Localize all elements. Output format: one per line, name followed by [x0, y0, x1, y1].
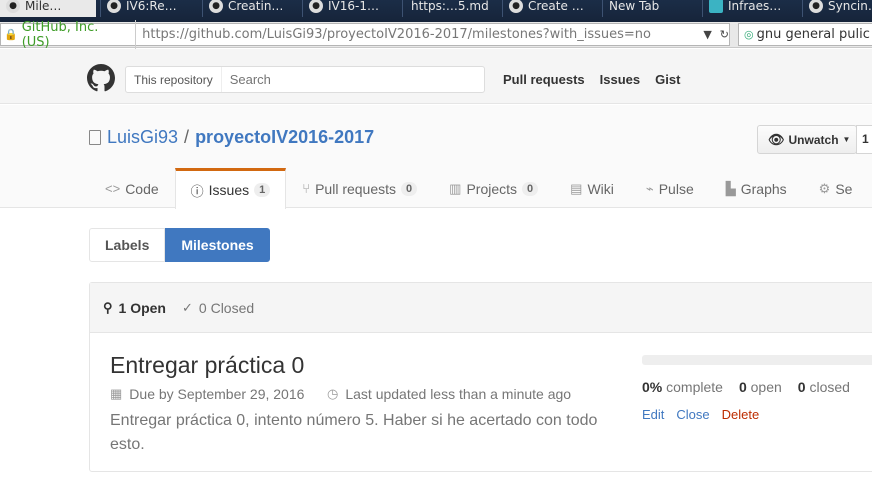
- tab-projects[interactable]: ▥ Projects 0: [433, 168, 554, 208]
- graph-icon: ▙: [725, 180, 736, 196]
- github-icon: ●: [6, 0, 20, 13]
- milestone-updated: ◷ Last updated less than a minute ago: [327, 386, 572, 402]
- unwatch-button[interactable]: 👁 Unwatch ▼: [757, 125, 857, 154]
- caret-down-icon: ▼: [842, 135, 851, 144]
- milestone-description: Entregar práctica 0, intento número 5. H…: [110, 412, 598, 453]
- github-icon: ●: [809, 0, 823, 13]
- path-separator: /: [184, 127, 190, 147]
- tab-pull-requests[interactable]: ⑂ Pull requests 0: [286, 168, 433, 208]
- pull-requests-count: 0: [401, 181, 418, 196]
- tab-wiki[interactable]: ▤ Wiki: [554, 168, 630, 208]
- calendar-icon: ▦: [110, 386, 123, 401]
- milestone-due-date: ▦ Due by September 29, 2016: [110, 386, 305, 402]
- browser-tab[interactable]: ● Mile…: [0, 0, 96, 17]
- repo-owner-link[interactable]: LuisGi93: [107, 127, 178, 148]
- browser-tab[interactable]: New Tab: [602, 0, 700, 17]
- issue-icon: ⓘ: [190, 183, 204, 199]
- dropdown-icon[interactable]: ▼: [703, 28, 711, 41]
- issues-subnav: Labels Milestones: [89, 228, 270, 262]
- browser-tab[interactable]: ● IV6:Re…: [100, 0, 200, 17]
- search-input[interactable]: [221, 72, 484, 87]
- github-icon: ●: [309, 0, 323, 13]
- github-icon: ●: [509, 0, 523, 13]
- projects-count: 0: [522, 181, 539, 196]
- lock-icon: 🔒: [4, 28, 18, 41]
- project-icon: ▥: [449, 180, 462, 196]
- open-milestones-filter[interactable]: ⚲ 1 Open: [103, 300, 166, 316]
- tab-graphs[interactable]: ▙ Graphs: [710, 168, 803, 208]
- tab-settings[interactable]: ⚙ Se: [803, 168, 869, 208]
- code-icon: <>: [105, 181, 121, 196]
- url-text[interactable]: https://github.com/LuisGi93/proyectoIV20…: [142, 27, 695, 42]
- tab-issues[interactable]: ⓘ Issues 1: [174, 168, 287, 209]
- browser-tab[interactable]: ● Creatin…: [202, 0, 300, 17]
- url-bar[interactable]: 🔒 GitHub, Inc. (US) https://github.com/L…: [0, 19, 730, 50]
- browser-nav-bar: 🔒 GitHub, Inc. (US) https://github.com/L…: [0, 19, 872, 50]
- closed-milestones-filter[interactable]: ✓ 0 Closed: [182, 300, 254, 316]
- milestones-table: ⚲ 1 Open ✓ 0 Closed Entregar práctica 0 …: [89, 282, 872, 472]
- milestone-progress-bar: [642, 355, 872, 365]
- browser-tab[interactable]: ● IV16-1…: [302, 0, 400, 17]
- browser-tab[interactable]: https:…5.md: [402, 0, 500, 17]
- nav-pull-requests[interactable]: Pull requests: [503, 72, 585, 87]
- delete-link[interactable]: Delete: [722, 407, 760, 422]
- search-engine-icon: ◎: [744, 28, 754, 41]
- nav-issues[interactable]: Issues: [600, 72, 640, 87]
- pulse-icon: ⌁: [645, 180, 654, 196]
- issues-count: 1: [254, 183, 271, 197]
- search-scope-label: This repository: [126, 67, 222, 92]
- milestone-icon: ⚲: [103, 299, 113, 315]
- gear-icon: ⚙: [818, 180, 831, 196]
- nav-gist[interactable]: Gist: [655, 72, 680, 87]
- repo-nav: <> Code ⓘ Issues 1 ⑂ Pull requests 0 ▥ Proje…: [89, 168, 869, 209]
- repo-icon: [89, 130, 101, 145]
- milestone-row: Entregar práctica 0 ▦ Due by September 2…: [90, 333, 872, 472]
- tab-code[interactable]: <> Code: [89, 168, 175, 208]
- site-header: This repository Pull requests Issues Gis…: [0, 49, 872, 104]
- stat-closed[interactable]: 0 closed: [798, 379, 850, 395]
- milestones-button[interactable]: Milestones: [165, 228, 270, 262]
- browser-tab[interactable]: Infraes…: [702, 0, 800, 17]
- site-identity[interactable]: GitHub, Inc. (US): [22, 19, 137, 50]
- stat-complete: 0% complete: [642, 379, 723, 395]
- repo-search[interactable]: This repository: [125, 66, 485, 93]
- close-link[interactable]: Close: [676, 407, 709, 422]
- tab-pulse[interactable]: ⌁ Pulse: [630, 168, 710, 208]
- clock-icon: ◷: [327, 386, 339, 401]
- milestone-actions: Edit Close Delete: [642, 407, 759, 422]
- page-icon: [709, 0, 723, 13]
- check-icon: ✓: [182, 299, 193, 315]
- eye-icon: 👁: [768, 131, 785, 147]
- milestone-title[interactable]: Entregar práctica 0: [110, 352, 304, 379]
- edit-link[interactable]: Edit: [642, 407, 664, 422]
- milestones-table-header: ⚲ 1 Open ✓ 0 Closed: [90, 283, 872, 333]
- book-icon: ▤: [570, 180, 583, 196]
- github-icon: ●: [107, 0, 121, 13]
- github-logo-icon[interactable]: [87, 64, 115, 92]
- browser-tab[interactable]: ● Create …: [502, 0, 600, 17]
- labels-button[interactable]: Labels: [89, 228, 166, 262]
- repo-title: LuisGi93 / proyectoIV2016-2017: [89, 127, 374, 148]
- stat-open[interactable]: 0 open: [739, 379, 782, 395]
- header-nav: Pull requests Issues Gist: [503, 72, 680, 87]
- browser-search-input[interactable]: ◎ gnu general pulic: [738, 23, 872, 46]
- repo-name-link[interactable]: proyectoIV2016-2017: [195, 127, 374, 148]
- github-icon: ●: [209, 0, 223, 13]
- reload-icon[interactable]: ↻: [720, 28, 729, 41]
- browser-tab[interactable]: ●Syncin…: [802, 0, 872, 17]
- repo-header: LuisGi93 / proyectoIV2016-2017 👁 Unwatch…: [0, 105, 872, 209]
- milestone-stats: 0% complete 0 open 0 closed: [642, 379, 850, 395]
- pull-request-icon: ⑂: [302, 181, 311, 196]
- watch-count[interactable]: 1: [856, 125, 872, 154]
